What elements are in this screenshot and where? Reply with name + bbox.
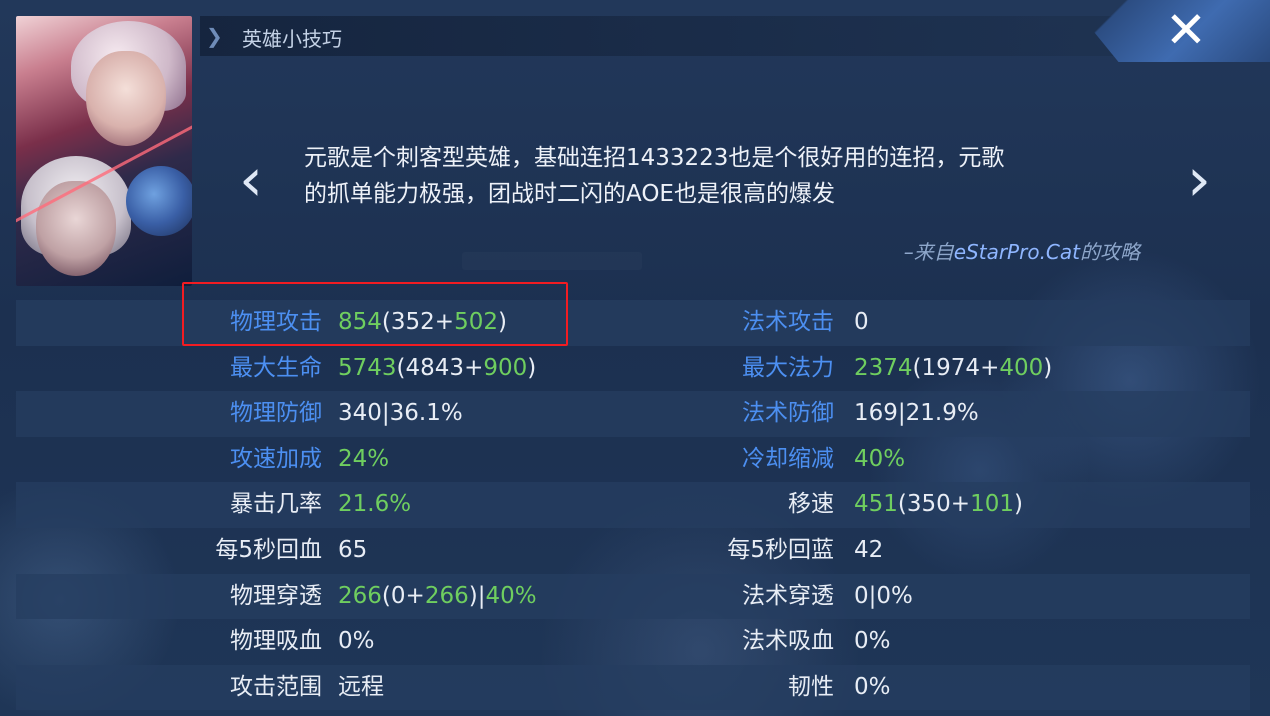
stat-row: 暴击几率 21.6% 移速 451(350+101) <box>16 482 1250 528</box>
stat-value-group: 0% <box>854 619 891 665</box>
stat-value-group: 266(0+266)|40% <box>338 574 537 620</box>
next-tip-button[interactable]: › <box>1176 145 1222 215</box>
stat-value-group: 169|21.9% <box>854 391 979 437</box>
stat-label: 冷却缩减 <box>742 445 834 472</box>
stat-label: 法术穿透 <box>742 582 834 609</box>
prev-tip-button[interactable]: ‹ <box>228 145 274 215</box>
stat-value-group: 451(350+101) <box>854 482 1023 528</box>
stat-value-group: 42 <box>854 528 883 574</box>
hero-portrait <box>16 16 192 286</box>
stat-value: 42 <box>854 536 884 563</box>
stat-value: 169|21.9% <box>854 400 979 427</box>
stat-label: 攻击范围 <box>230 673 322 700</box>
source-suffix: 的攻略 <box>1080 240 1140 264</box>
stat-value-group: 0 <box>854 300 869 346</box>
stat-value-paren: ) <box>468 582 478 609</box>
stat-label: 物理防御 <box>230 400 322 427</box>
stat-value-group: 0% <box>854 665 891 711</box>
stat-value-group: 0% <box>338 619 375 665</box>
stat-row: 物理吸血 0% 法术吸血 0% <box>16 619 1250 665</box>
stat-value: 0|0% <box>854 582 913 609</box>
stat-row: 物理防御 340|36.1% 法术防御 169|21.9% <box>16 391 1250 437</box>
stat-value-base: 350 <box>906 491 951 518</box>
stat-value-total: 451 <box>854 491 898 518</box>
stat-label: 攻速加成 <box>230 445 322 472</box>
stat-value-paren: ( <box>897 491 907 518</box>
source-prefix: –来自 <box>903 240 954 264</box>
stat-value-paren: ) <box>1013 491 1023 518</box>
stat-row: 攻击范围 远程 韧性 0% <box>16 664 1250 711</box>
stat-label: 最大生命 <box>230 354 322 381</box>
stat-value-total: 266 <box>338 582 382 609</box>
stat-value: 340|36.1% <box>338 400 463 427</box>
stat-value-group: 2374(1974+400) <box>854 346 1052 392</box>
stat-value-bonus: 40% <box>854 445 906 472</box>
stat-label: 韧性 <box>788 673 834 700</box>
stat-value-base: 0 <box>390 582 406 609</box>
stat-value-bonus: 101 <box>970 491 1014 518</box>
stat-value: 0% <box>854 628 891 655</box>
stat-value-plus: + <box>980 354 1000 381</box>
stat-value-bonus: 24% <box>338 445 390 472</box>
stat-value-group: 0|0% <box>854 574 913 620</box>
stat-value: 0% <box>854 673 891 700</box>
stat-value-group: 24% <box>338 437 389 483</box>
stat-value-base: 4843 <box>405 354 465 381</box>
stat-value-base: 1974 <box>921 354 981 381</box>
stat-value-total: 2374 <box>854 354 913 381</box>
stat-label: 法术吸血 <box>742 628 834 655</box>
stat-value-plus: + <box>950 491 971 518</box>
stat-label: 暴击几率 <box>230 491 322 518</box>
hero-portrait-orb <box>126 166 192 236</box>
chevron-left-icon: ‹ <box>239 145 263 215</box>
stat-value-paren: ) <box>1043 354 1053 381</box>
stat-value-plus: + <box>405 582 425 609</box>
tip-text: 元歌是个刺客型英雄，基础连招1433223也是个很好用的连招，元歌 的抓单能力极… <box>304 140 1144 212</box>
stat-label: 物理吸血 <box>230 628 322 655</box>
stat-value-plus: + <box>464 354 484 381</box>
stat-value-total: 5743 <box>338 354 397 381</box>
stat-label: 每5秒回蓝 <box>727 536 834 563</box>
stat-value: 65 <box>338 536 368 563</box>
stat-row: 最大生命 5743(4843+900) 最大法力 2374(1974+400) <box>16 346 1250 392</box>
level-bar-decoration <box>462 252 642 270</box>
stat-row: 攻速加成 24% 冷却缩减 40% <box>16 437 1250 483</box>
stat-value-group: 21.6% <box>338 482 411 528</box>
tips-title: 英雄小技巧 <box>242 27 342 51</box>
stat-value-group: 40% <box>854 437 905 483</box>
stat-label: 物理穿透 <box>230 582 322 609</box>
stat-value: 0% <box>338 628 375 655</box>
tip-source: –来自eStarPro.Cat的攻略 <box>860 236 1140 265</box>
stat-value: 0 <box>854 309 869 335</box>
stat-row: 每5秒回血 65 每5秒回蓝 42 <box>16 528 1250 574</box>
highlight-box <box>182 282 568 346</box>
stat-value-group: 340|36.1% <box>338 391 463 437</box>
stats-table: 物理攻击 854(352+502) 法术攻击 0 最大生命 5743(4843+900) 最… <box>16 300 1250 711</box>
stat-value: 远程 <box>338 673 384 700</box>
stat-value-group: 5743(4843+900) <box>338 346 536 392</box>
stat-label: 法术防御 <box>742 400 834 427</box>
source-brand: eStarPro.Cat <box>953 240 1080 264</box>
hero-portrait-face-2 <box>36 181 116 276</box>
tip-line: 元歌是个刺客型英雄，基础连招1433223也是个很好用的连招，元歌 <box>304 145 1005 171</box>
chevron-right-icon: › <box>1187 145 1211 215</box>
stat-value-bonus: 266 <box>424 582 469 609</box>
tip-line: 的抓单能力极强，团战时二闪的AOE也是很高的爆发 <box>304 181 835 207</box>
stat-row: 物理穿透 266(0+266)|40% 法术穿透 0|0% <box>16 573 1250 620</box>
stat-value-group: 65 <box>338 528 367 574</box>
stat-value-paren: ( <box>396 354 406 381</box>
stat-value-group: 远程 <box>338 665 384 711</box>
stat-value-bonus: 21.6% <box>338 491 412 518</box>
stat-value-bonus: 400 <box>999 354 1044 381</box>
stat-label: 最大法力 <box>742 354 834 381</box>
chevron-right-icon: ❯ <box>206 24 223 48</box>
close-button[interactable]: ✕ <box>1158 4 1214 56</box>
stat-value-paren: ( <box>381 582 391 609</box>
stat-value-paren: ( <box>912 354 922 381</box>
stat-label: 移速 <box>788 491 834 518</box>
stat-label: 每5秒回血 <box>215 536 322 563</box>
hero-portrait-face <box>86 51 166 146</box>
